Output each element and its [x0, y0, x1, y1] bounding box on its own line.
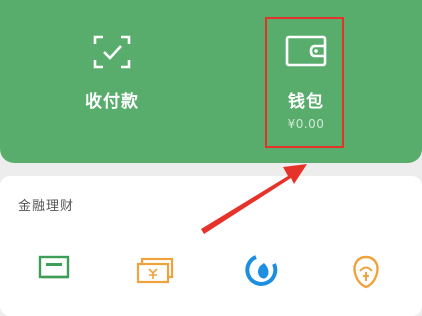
- piggy-icon[interactable]: [348, 254, 384, 294]
- wallet-button[interactable]: 钱包 ¥0.00: [264, 0, 348, 163]
- wallet-balance: ¥0.00: [287, 117, 325, 131]
- wallet-label: 钱包: [288, 92, 324, 112]
- cash-icon[interactable]: [136, 254, 176, 288]
- scan-check-icon: [92, 34, 132, 74]
- pay-and-receive-button[interactable]: 收付款: [52, 0, 172, 163]
- wechat-pay-panel: 收付款 钱包 ¥0.00: [0, 0, 422, 163]
- card-icon[interactable]: [38, 254, 72, 286]
- finance-section-title: 金融理财: [18, 199, 75, 214]
- wallet-icon: [285, 34, 327, 72]
- fund-icon[interactable]: [244, 254, 280, 292]
- pay-label: 收付款: [85, 92, 139, 112]
